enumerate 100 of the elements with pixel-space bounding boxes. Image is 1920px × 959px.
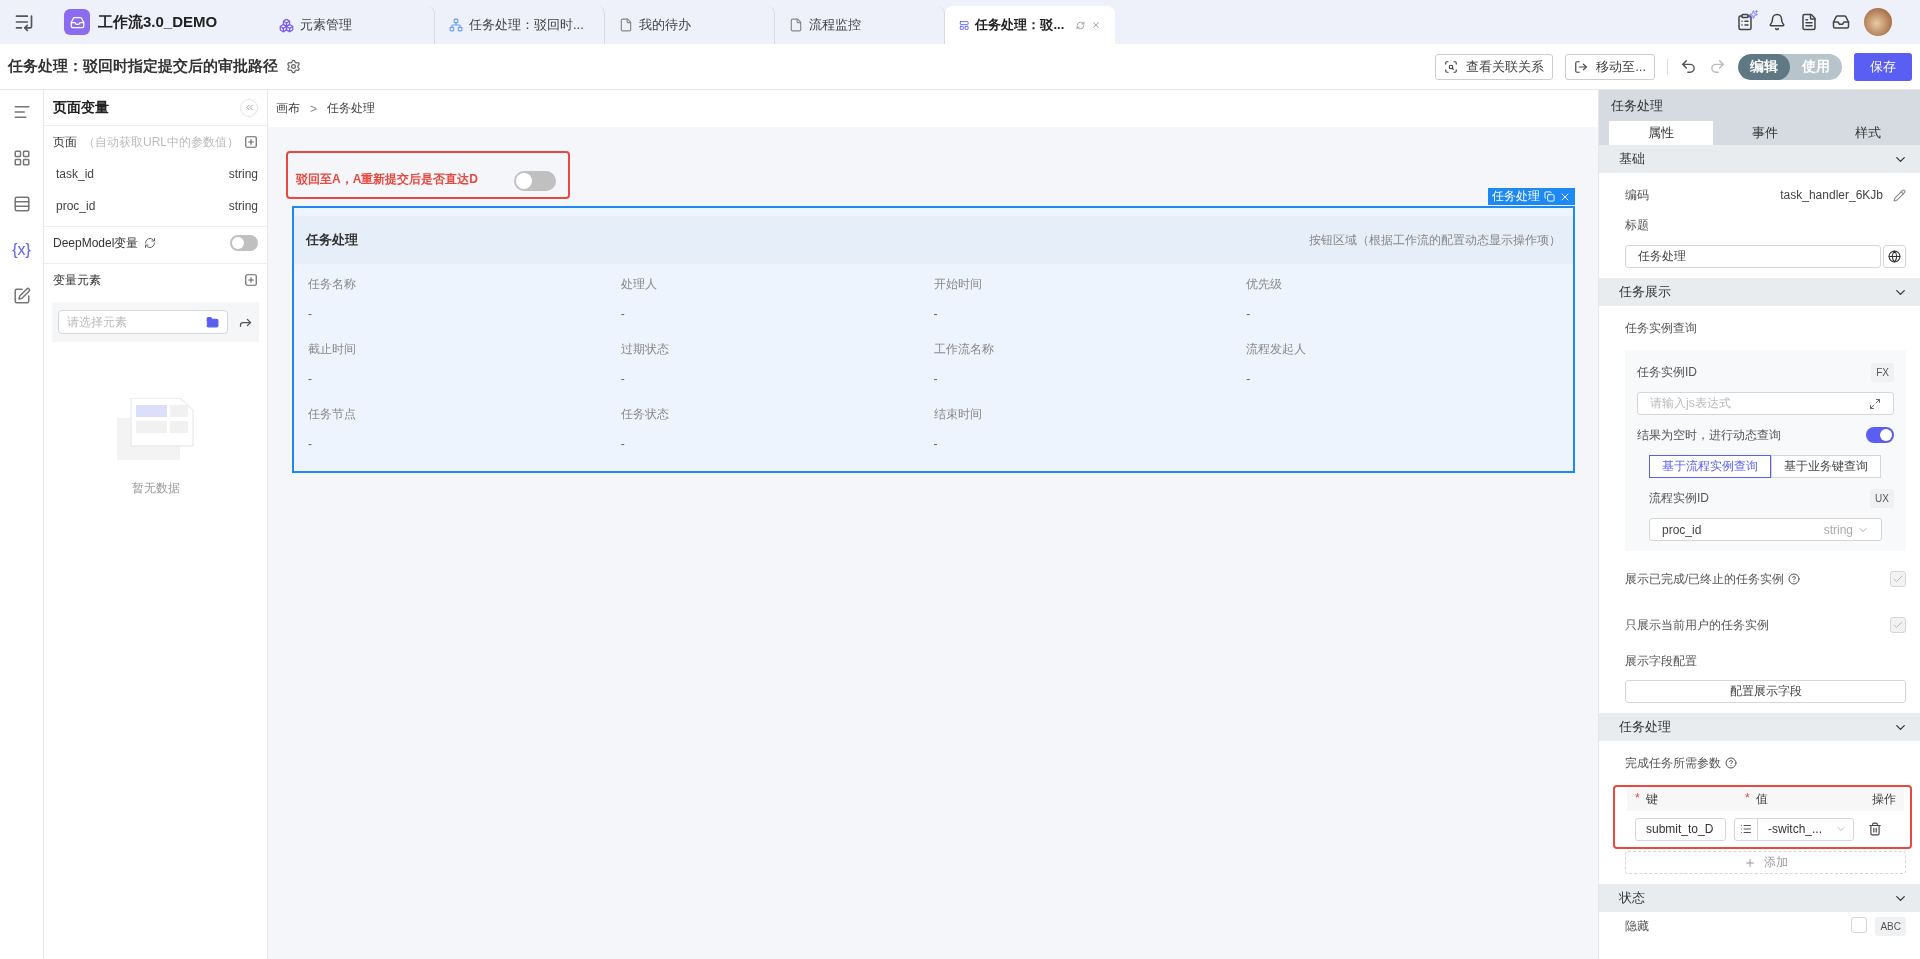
field-value: - [1246,307,1252,321]
field-label: 展示字段配置 [1625,653,1698,670]
field-label: 工作流名称 [933,341,995,358]
configure-fields-button[interactable]: 配置展示字段 [1625,680,1906,703]
segment-option[interactable]: 基于流程实例查询 [1649,455,1771,478]
document-icon[interactable] [1800,13,1818,31]
panel-title: 页面变量 [53,98,109,117]
field-label: 任务实例查询 [1625,319,1697,337]
field-label: 任务节点 [308,406,357,423]
move-button[interactable]: 移动至... [1565,53,1655,80]
field-value: - [308,437,313,451]
variable-type: string [227,167,258,181]
checkbox[interactable] [1890,617,1906,633]
tab[interactable]: 元素管理 [265,6,435,44]
abc-button[interactable]: ABC [1875,916,1906,936]
bell-icon[interactable] [1768,13,1786,31]
check-icon [1892,619,1904,631]
variables-tab[interactable]: {x} [10,240,33,260]
field-label: 编码 [1625,186,1649,204]
edit-icon[interactable] [1893,188,1906,202]
field-label: 任务状态 [620,406,670,423]
field-label: 流程发起人 [1246,341,1308,358]
globe-icon [1888,249,1901,263]
inspector-title: 任务处理 [1599,90,1920,121]
add-icon[interactable] [244,273,258,287]
move-icon [1574,59,1589,74]
segment-option[interactable]: 基于业务键查询 [1771,455,1881,478]
inbox-icon[interactable] [1832,13,1850,31]
tab[interactable]: 样式 [1816,121,1920,145]
delete-icon[interactable] [1868,822,1882,836]
tab[interactable]: 我的待办 [605,6,775,44]
field-label: 优先级 [1246,276,1284,293]
section-header[interactable]: 任务处理 [1599,713,1920,741]
field-label: 流程实例ID [1649,489,1709,507]
fx-button[interactable]: FX [1871,362,1894,382]
document-icon [619,18,633,32]
document-icon [789,18,803,32]
section-label: DeepModel变量 [53,234,139,252]
tab[interactable]: 任务处理：驳... [945,6,1115,44]
deepmodel-switch[interactable] [230,235,258,251]
breadcrumb-item[interactable]: 任务处理 [327,100,375,117]
field-value: - [620,372,626,386]
page-title: 任务处理：驳回时指定提交后的审批路径 [8,57,278,76]
empty-text: 暂无数据 [131,480,180,497]
section-header[interactable]: 任务展示 [1599,278,1920,306]
field-value: - [620,307,626,321]
ux-button[interactable]: UX [1870,488,1894,508]
refresh-icon[interactable] [144,237,157,249]
undo-icon[interactable] [1680,58,1697,75]
avatar[interactable] [1864,8,1892,36]
menu-icon[interactable] [14,12,34,32]
flow-icon [449,18,463,32]
field-label: 结束时间 [933,406,983,423]
select-field[interactable]: proc_id string [1649,518,1882,541]
tab[interactable]: 属性 [1609,121,1713,145]
mode-toggle[interactable]: 编辑 [1738,53,1790,80]
task-card[interactable]: 任务处理 按钮区域（根据工作流的配置动态显示操作项） 任务名称 - 处理人 - 开始时间 - 优先级 - 截止时间 - 过期状态 - 工作流名称 - 流程发起人 - 任务节点 - 任务状态 - 结束时间 - [292,206,1575,473]
relations-button[interactable]: 查看关联关系 [1435,53,1554,80]
add-icon[interactable] [244,135,258,149]
breadcrumb-separator: > [310,101,317,116]
input-field[interactable]: 任务处理 [1625,244,1881,268]
component-tag: 任务处理 [1488,188,1575,205]
breadcrumb-item[interactable]: 画布 [276,100,300,117]
key-input[interactable]: submit_to_D [1635,817,1726,841]
required-mark: * [1635,790,1640,807]
settings-icon[interactable] [286,59,301,74]
field-value: task_handler_6KJb [1780,188,1883,202]
column-header: 键 [1645,790,1658,808]
section-header[interactable]: 基础 [1599,145,1920,173]
help-icon [1725,757,1737,769]
copy-icon[interactable] [1544,191,1555,202]
save-button[interactable]: 保存 [1854,52,1912,81]
checkbox[interactable] [1851,916,1868,933]
field-label: 展示已完成/已终止的任务实例 [1625,570,1801,588]
cubes-icon [279,17,294,33]
value-select[interactable]: -switch_... [1734,817,1854,841]
refresh-icon[interactable] [1076,18,1086,32]
field-value: - [933,437,939,451]
section-hint: （自动获取URL中的参数值） [83,134,239,149]
app-name: 工作流3.0_DEMO [98,12,218,32]
column-header: 操作 [1872,790,1896,808]
tab[interactable]: 任务处理：驳回时... [435,6,605,44]
app-logo [64,9,90,35]
field-label: 任务名称 [308,276,357,293]
section-label: 页面 [53,134,77,149]
column-header: 值 [1755,790,1768,808]
card-hint: 按钮区域（根据工作流的配置动态显示操作项） [1309,231,1561,249]
tab[interactable]: 事件 [1712,121,1817,145]
section-header[interactable]: 状态 [1599,884,1920,912]
variable-type: string [227,199,258,213]
field-value: - [620,437,626,451]
field-label: 任务实例ID [1637,363,1697,381]
check-icon [1892,573,1904,585]
expand-icon[interactable] [1869,397,1881,410]
toggle-switch[interactable] [514,171,556,191]
globe-button[interactable] [1883,244,1906,268]
field-label: 处理人 [620,276,658,293]
field-label: 只展示当前用户的任务实例 [1625,616,1769,634]
checkbox[interactable] [1890,571,1906,587]
toggle-switch[interactable] [1866,427,1894,443]
